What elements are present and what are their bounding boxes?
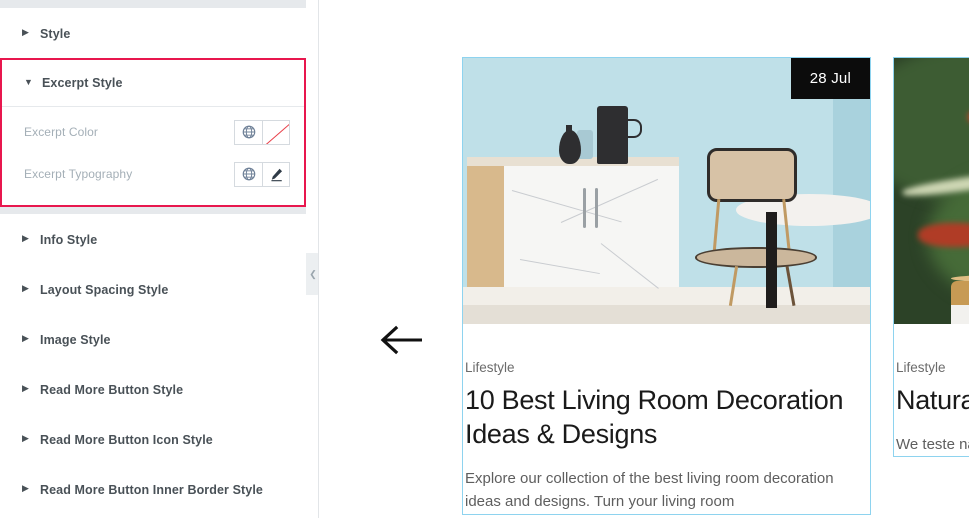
chevron-right-icon: ▶ xyxy=(22,483,29,493)
sidebar-section-excerpt-style[interactable]: ▼ Excerpt Style xyxy=(2,60,304,107)
post-excerpt: We teste natural, c xyxy=(896,436,969,454)
excerpt-style-group: ▼ Excerpt Style Excerpt Color Excerpt Ty… xyxy=(0,58,306,207)
sidebar-section-partial[interactable] xyxy=(0,514,306,518)
chevron-right-icon: ▶ xyxy=(22,333,29,343)
pencil-edit-icon xyxy=(270,168,282,181)
elementor-style-panel: ▶ Style ▼ Excerpt Style Excerpt Color Ex… xyxy=(0,0,306,518)
control-widgets xyxy=(234,119,290,145)
excerpt-style-controls: Excerpt Color Excerpt Typography xyxy=(2,107,304,205)
arrow-left-annotation xyxy=(380,325,422,355)
sidebar-section-image-style[interactable]: ▶ Image Style xyxy=(0,314,306,364)
chevron-left-icon: ❮ xyxy=(309,268,317,279)
globe-icon-button[interactable] xyxy=(234,119,262,145)
chevron-right-icon: ▶ xyxy=(22,27,29,37)
globe-icon xyxy=(242,125,255,139)
sidebar-section-info-style[interactable]: ▶ Info Style xyxy=(0,214,306,264)
sidebar-section-label: Excerpt Style xyxy=(42,76,123,90)
typography-edit-button[interactable] xyxy=(262,161,290,187)
app-root: ▶ Style ▼ Excerpt Style Excerpt Color Ex… xyxy=(0,0,969,518)
sidebar-section-label: Read More Button Icon Style xyxy=(40,432,213,447)
post-title[interactable]: Natural Skin T xyxy=(896,383,969,417)
sidebar-section-style[interactable]: ▶ Style xyxy=(0,8,306,58)
post-card-image: 28 Jul xyxy=(463,58,870,324)
sidebar-section-label: Read More Button Inner Border Style xyxy=(40,482,263,497)
chevron-down-icon: ▼ xyxy=(24,76,33,87)
globe-icon-button[interactable] xyxy=(234,161,262,187)
sidebar-section-label: Style xyxy=(40,26,71,41)
post-card-body: Lifestyle Natural Skin T We teste natura… xyxy=(894,324,969,456)
post-card[interactable]: Lifestyle Natural Skin T We teste natura… xyxy=(893,56,969,458)
chevron-right-icon: ▶ xyxy=(22,283,29,293)
control-label: Excerpt Color xyxy=(24,125,98,139)
sidebar-section-label: Info Style xyxy=(40,232,98,247)
control-row-excerpt-typography: Excerpt Typography xyxy=(2,153,304,195)
post-card[interactable]: 28 Jul Lifestyle 10 Best Living Room Dec… xyxy=(462,57,871,515)
no-color-swatch-button[interactable] xyxy=(262,119,290,145)
section-separator xyxy=(0,207,306,214)
post-card-image xyxy=(894,58,969,324)
chevron-right-icon: ▶ xyxy=(22,433,29,443)
chevron-right-icon: ▶ xyxy=(22,383,29,393)
post-category[interactable]: Lifestyle xyxy=(896,360,969,375)
post-excerpt: Explore our collection of the best livin… xyxy=(465,470,834,511)
post-category[interactable]: Lifestyle xyxy=(465,360,870,375)
sidebar-section-label: Read More Button Style xyxy=(40,382,184,397)
control-label: Excerpt Typography xyxy=(24,167,133,181)
globe-icon xyxy=(242,167,255,181)
green-foliage-pedestal-photo xyxy=(894,58,969,324)
sidebar-section-read-more-button-inner-border-style[interactable]: ▶ Read More Button Inner Border Style xyxy=(0,464,306,514)
control-widgets xyxy=(234,161,290,187)
panel-top-gap xyxy=(0,0,306,8)
post-card-body: Lifestyle 10 Best Living Room Decoration… xyxy=(463,324,870,514)
sidebar-section-label: Layout Spacing Style xyxy=(40,282,169,297)
editor-canvas: 28 Jul Lifestyle 10 Best Living Room Dec… xyxy=(319,0,969,518)
sidebar-section-read-more-button-icon-style[interactable]: ▶ Read More Button Icon Style xyxy=(0,414,306,464)
sidebar-section-layout-spacing-style[interactable]: ▶ Layout Spacing Style xyxy=(0,264,306,314)
post-date-badge: 28 Jul xyxy=(790,58,870,99)
control-row-excerpt-color: Excerpt Color xyxy=(2,111,304,153)
sidebar-section-read-more-button-style[interactable]: ▶ Read More Button Style xyxy=(0,364,306,414)
sidebar-section-label: Image Style xyxy=(40,332,111,347)
chevron-right-icon: ▶ xyxy=(22,233,29,243)
post-title[interactable]: 10 Best Living Room Decoration Ideas & D… xyxy=(465,383,870,451)
